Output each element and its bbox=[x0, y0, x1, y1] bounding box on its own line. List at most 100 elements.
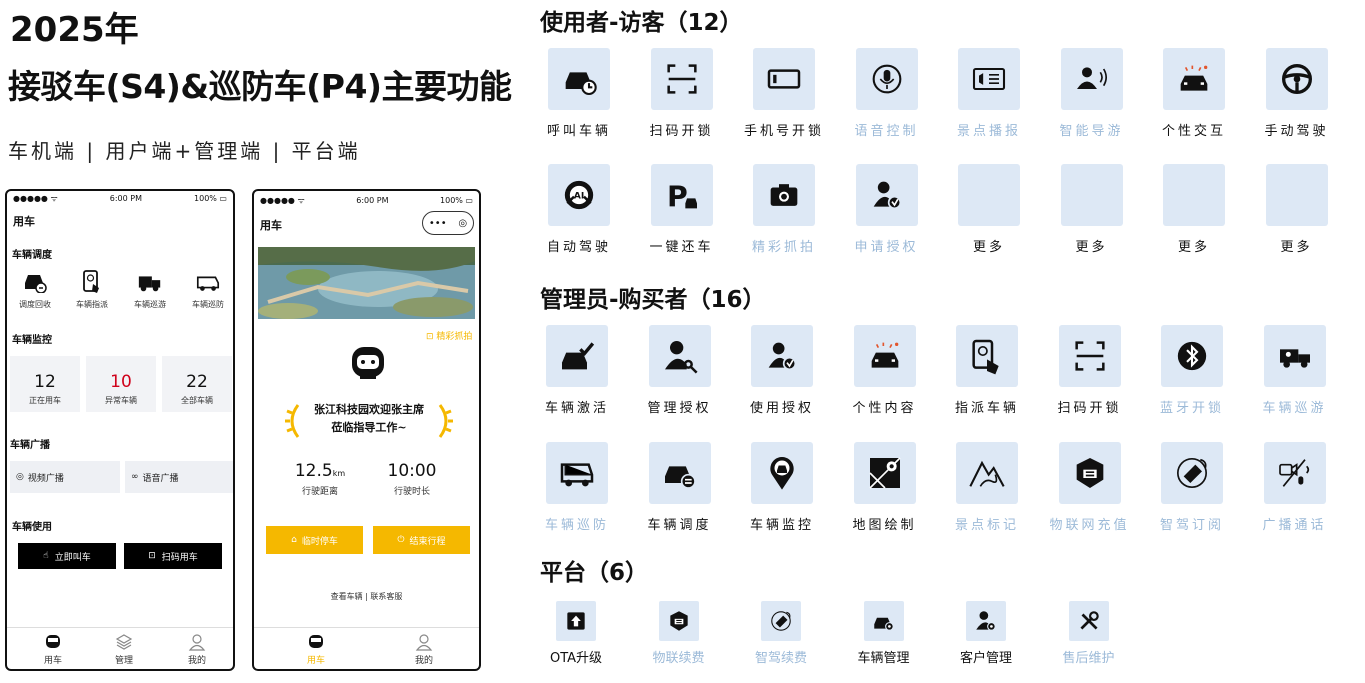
feature-icon-box[interactable] bbox=[958, 164, 1020, 226]
feature-tile[interactable]: 物联网充值 bbox=[1044, 442, 1136, 533]
feature-tile[interactable]: P 一键还车 bbox=[636, 164, 728, 255]
feature-tile[interactable]: 扫码开锁 bbox=[636, 48, 728, 139]
scan-car-button[interactable]: ⊡ 扫码用车 bbox=[124, 543, 222, 569]
feature-tile[interactable]: OTA升级 bbox=[531, 601, 621, 666]
feature-tile[interactable]: 更多 bbox=[1148, 164, 1240, 255]
dispatch-cruise[interactable]: 车辆巡游 bbox=[122, 269, 178, 310]
feature-icon-box[interactable] bbox=[546, 325, 608, 387]
feature-icon-box[interactable] bbox=[751, 442, 813, 504]
feature-icon-box[interactable] bbox=[658, 601, 699, 641]
feature-icon-box[interactable] bbox=[648, 442, 711, 504]
feature-tile[interactable]: 使用授权 bbox=[736, 325, 828, 416]
feature-tile[interactable]: 扫码开锁 bbox=[1044, 325, 1136, 416]
footer-links[interactable]: 查看车辆 | 联系客服 bbox=[254, 591, 479, 602]
feature-tile[interactable]: AI 自动驾驶 bbox=[533, 164, 625, 255]
feature-icon-box[interactable] bbox=[751, 325, 813, 387]
feature-tile[interactable]: 景点标记 bbox=[941, 442, 1033, 533]
capture-link[interactable]: ⊡ 精彩抓拍 bbox=[426, 329, 472, 342]
feature-icon-box[interactable] bbox=[1265, 48, 1328, 110]
feature-icon-box[interactable] bbox=[556, 601, 596, 641]
feature-icon-box[interactable] bbox=[1263, 325, 1326, 387]
feature-icon-box[interactable] bbox=[853, 442, 916, 504]
feature-tile[interactable]: 智驾续费 bbox=[736, 601, 826, 666]
tab-use[interactable]: 用车 bbox=[33, 628, 73, 666]
feature-icon-box[interactable] bbox=[863, 601, 904, 641]
feature-icon-box[interactable] bbox=[956, 325, 1018, 387]
feature-tile[interactable]: 客户管理 bbox=[941, 601, 1031, 666]
stat-card-in-use[interactable]: 12 正在用车 bbox=[10, 356, 80, 412]
mini-program-capsule[interactable]: ••• ◎ bbox=[422, 211, 474, 235]
feature-tile[interactable]: 车辆监控 bbox=[736, 442, 828, 533]
feature-icon-box[interactable] bbox=[1161, 325, 1223, 387]
feature-icon-box[interactable] bbox=[1068, 601, 1109, 641]
video-broadcast-button[interactable]: ◎ 视频广播 bbox=[10, 461, 120, 493]
feature-icon-box[interactable] bbox=[650, 48, 713, 110]
feature-icon-box[interactable]: P bbox=[650, 164, 713, 226]
user-gear-icon bbox=[976, 611, 996, 631]
tab-mine[interactable]: 我的 bbox=[177, 628, 217, 666]
feature-tile[interactable]: 景点播报 bbox=[943, 48, 1035, 139]
feature-tile[interactable]: 更多 bbox=[1046, 164, 1138, 255]
more-icon[interactable]: ••• bbox=[429, 218, 447, 229]
feature-tile[interactable]: 物联续费 bbox=[634, 601, 724, 666]
feature-tile[interactable]: 车辆管理 bbox=[839, 601, 929, 666]
feature-tile[interactable]: 车辆激活 bbox=[531, 325, 623, 416]
feature-icon-box[interactable] bbox=[1263, 442, 1326, 504]
stat-card-abnormal[interactable]: 10 异常车辆 bbox=[86, 356, 156, 412]
feature-tile[interactable]: 精彩抓拍 bbox=[738, 164, 830, 255]
temp-park-button[interactable]: ⌂ 临时停车 bbox=[266, 526, 363, 554]
feature-tile[interactable]: 车辆巡防 bbox=[531, 442, 623, 533]
feature-tile[interactable]: 语音控制 bbox=[841, 48, 933, 139]
feature-tile[interactable]: 呼叫车辆 bbox=[533, 48, 625, 139]
feature-tile[interactable]: 地图绘制 bbox=[839, 442, 931, 533]
feature-icon-box[interactable] bbox=[753, 164, 815, 226]
feature-icon-box[interactable] bbox=[958, 48, 1020, 110]
feature-tile[interactable]: 申请授权 bbox=[841, 164, 933, 255]
tab-manage[interactable]: 管理 bbox=[104, 628, 144, 666]
feature-icon-box[interactable] bbox=[1163, 164, 1225, 226]
feature-tile[interactable]: 指派车辆 bbox=[941, 325, 1033, 416]
feature-icon-box[interactable] bbox=[548, 48, 610, 110]
voice-broadcast-button[interactable]: ∞ 语音广播 bbox=[125, 461, 233, 493]
feature-icon-box[interactable] bbox=[1163, 48, 1225, 110]
feature-tile[interactable]: 管理授权 bbox=[634, 325, 726, 416]
feature-tile[interactable]: 车辆巡游 bbox=[1249, 325, 1341, 416]
feature-tile[interactable]: 广播通话 bbox=[1249, 442, 1341, 533]
call-car-button[interactable]: ☝ 立即叫车 bbox=[18, 543, 116, 569]
stat-card-all[interactable]: 22 全部车辆 bbox=[162, 356, 232, 412]
feature-tile[interactable]: 更多 bbox=[1251, 164, 1343, 255]
feature-icon-box[interactable] bbox=[1265, 164, 1328, 226]
feature-icon-box[interactable]: AI bbox=[548, 164, 610, 226]
feature-tile[interactable]: 手动驾驶 bbox=[1251, 48, 1343, 139]
feature-icon-box[interactable] bbox=[648, 325, 711, 387]
feature-icon-box[interactable] bbox=[966, 601, 1006, 641]
feature-icon-box[interactable] bbox=[1161, 442, 1223, 504]
dispatch-recall[interactable]: 调度回收 bbox=[7, 269, 63, 310]
dispatch-assign[interactable]: 车辆指派 bbox=[64, 269, 120, 310]
feature-icon-box[interactable] bbox=[1060, 48, 1123, 110]
feature-tile[interactable]: 手机号开锁 bbox=[738, 48, 830, 139]
feature-icon-box[interactable] bbox=[1058, 325, 1121, 387]
feature-tile[interactable]: 更多 bbox=[943, 164, 1035, 255]
feature-icon-box[interactable] bbox=[855, 48, 918, 110]
dispatch-patrol[interactable]: 车辆巡防 bbox=[180, 269, 233, 310]
close-icon[interactable]: ◎ bbox=[458, 218, 467, 229]
feature-icon-box[interactable] bbox=[753, 48, 815, 110]
feature-tile[interactable]: 智能导游 bbox=[1046, 48, 1138, 139]
feature-tile[interactable]: 智驾订阅 bbox=[1146, 442, 1238, 533]
feature-icon-box[interactable] bbox=[855, 164, 918, 226]
feature-icon-box[interactable] bbox=[853, 325, 916, 387]
feature-icon-box[interactable] bbox=[546, 442, 608, 504]
feature-tile[interactable]: 蓝牙开锁 bbox=[1146, 325, 1238, 416]
feature-icon-box[interactable] bbox=[761, 601, 801, 641]
feature-icon-box[interactable] bbox=[1060, 164, 1123, 226]
feature-tile[interactable]: 售后维护 bbox=[1044, 601, 1134, 666]
tab-mine[interactable]: 我的 bbox=[404, 628, 444, 666]
feature-tile[interactable]: 车辆调度 bbox=[634, 442, 726, 533]
feature-icon-box[interactable] bbox=[956, 442, 1018, 504]
feature-icon-box[interactable] bbox=[1058, 442, 1121, 504]
feature-tile[interactable]: 个性交互 bbox=[1148, 48, 1240, 139]
end-trip-button[interactable]: ⏻ 结束行程 bbox=[373, 526, 470, 554]
feature-tile[interactable]: 个性内容 bbox=[839, 325, 931, 416]
tab-use[interactable]: 用车 bbox=[296, 628, 336, 666]
